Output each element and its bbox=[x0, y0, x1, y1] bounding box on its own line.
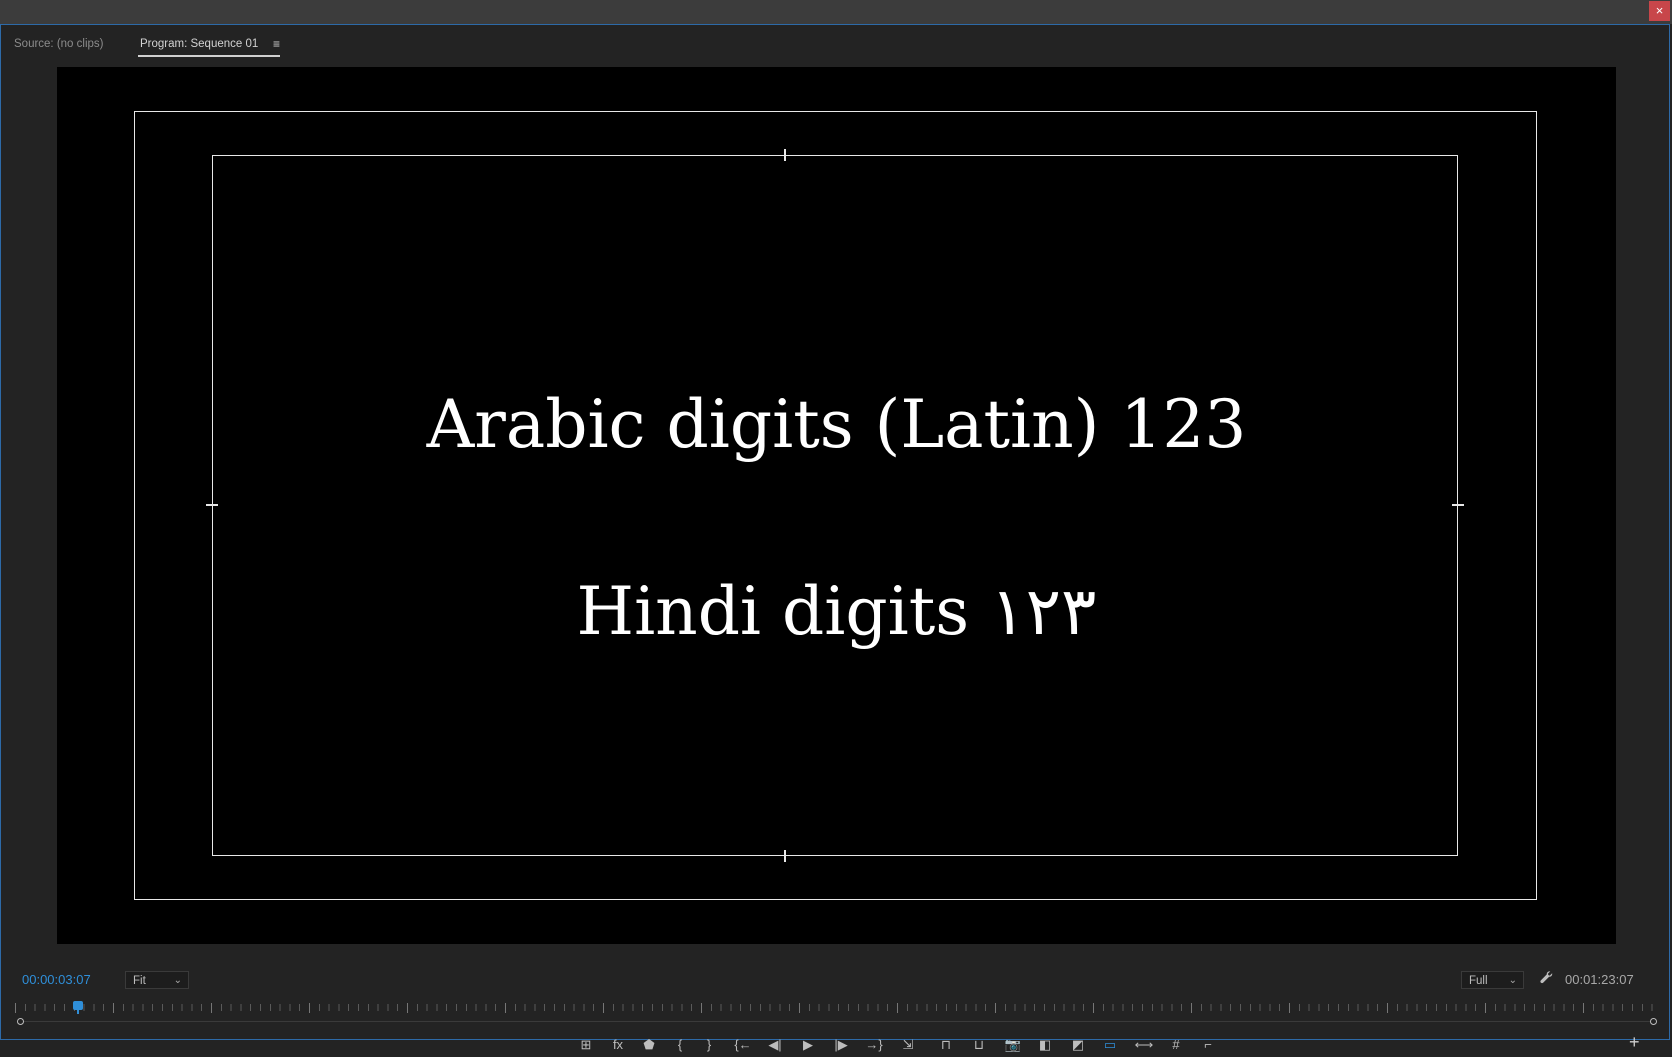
add-marker-icon[interactable]: ⬟ bbox=[636, 1033, 662, 1057]
grid-icon[interactable]: # bbox=[1163, 1033, 1189, 1057]
tab-program[interactable]: Program: Sequence 01 ≡ bbox=[138, 33, 281, 57]
swap-icon[interactable]: ◩ bbox=[1065, 1033, 1091, 1057]
tab-program-label: Program: Sequence 01 bbox=[140, 38, 259, 50]
top-center-tick bbox=[784, 149, 786, 161]
time-ruler[interactable] bbox=[15, 999, 1655, 1017]
scrollbar-left-handle[interactable] bbox=[17, 1018, 24, 1025]
scrollbar-right-handle[interactable] bbox=[1650, 1018, 1657, 1025]
settings-wrench-icon[interactable] bbox=[1539, 970, 1554, 989]
vr-video-icon[interactable]: ⟷ bbox=[1131, 1033, 1157, 1057]
export-frame-out-icon[interactable]: ⇲ bbox=[895, 1033, 921, 1057]
bottom-center-tick bbox=[784, 850, 786, 862]
panel-menu-icon[interactable]: ≡ bbox=[273, 33, 280, 55]
active-tab-underline bbox=[138, 55, 281, 57]
ruler-icon[interactable]: ⌐ bbox=[1195, 1033, 1221, 1057]
fx-icon[interactable]: fx bbox=[605, 1033, 631, 1057]
mark-out-icon[interactable]: } bbox=[696, 1033, 722, 1057]
scrollbar-track bbox=[24, 1021, 1650, 1022]
camera-icon[interactable]: 📷 bbox=[1000, 1033, 1026, 1057]
extract-icon[interactable]: ⊔ bbox=[966, 1033, 992, 1057]
toggle-proxies-icon[interactable]: ⊞ bbox=[573, 1033, 599, 1057]
playback-resolution-select[interactable]: Full ⌄ bbox=[1461, 971, 1524, 989]
program-monitor-panel: Source: (no clips) Program: Sequence 01 … bbox=[0, 24, 1670, 1052]
title-bar: × bbox=[0, 0, 1672, 24]
mark-in-icon[interactable]: { bbox=[667, 1033, 693, 1057]
playhead[interactable] bbox=[73, 1001, 83, 1010]
step-back-icon[interactable]: ◀| bbox=[762, 1033, 788, 1057]
title-line-latin-digits: Arabic digits (Latin) 123 bbox=[426, 386, 1247, 463]
zoom-scrollbar[interactable] bbox=[17, 1018, 1657, 1026]
current-timecode[interactable]: 00:00:03:07 bbox=[22, 972, 91, 987]
video-viewer[interactable]: Arabic digits (Latin) 123 Hindi digits ١… bbox=[57, 67, 1616, 944]
close-icon[interactable]: × bbox=[1649, 1, 1670, 21]
duration-timecode: 00:01:23:07 bbox=[1565, 972, 1634, 987]
lift-icon[interactable]: ⊓ bbox=[933, 1033, 959, 1057]
chevron-down-icon: ⌄ bbox=[1508, 975, 1517, 986]
go-to-in-icon[interactable]: {← bbox=[730, 1033, 756, 1057]
tab-source[interactable]: Source: (no clips) bbox=[14, 33, 103, 55]
comparison-view-icon[interactable]: ◧ bbox=[1032, 1033, 1058, 1057]
chevron-down-icon: ⌄ bbox=[173, 975, 182, 986]
title-line-hindi-digits: Hindi digits ١٢٣ bbox=[576, 573, 1097, 650]
button-editor-add-icon[interactable]: + bbox=[1629, 1032, 1640, 1053]
right-center-tick bbox=[1452, 504, 1464, 506]
zoom-level-select[interactable]: Fit ⌄ bbox=[125, 971, 189, 989]
title-safe-margin bbox=[212, 155, 1458, 856]
zoom-level-value: Fit bbox=[133, 975, 146, 987]
left-center-tick bbox=[206, 504, 218, 506]
safe-margins-icon[interactable]: ▭ bbox=[1097, 1033, 1123, 1057]
step-forward-icon[interactable]: |▶ bbox=[828, 1033, 854, 1057]
playback-resolution-value: Full bbox=[1469, 975, 1488, 987]
playhead-line bbox=[77, 1010, 79, 1014]
ruler-major-ticks bbox=[15, 1003, 1655, 1013]
go-to-out-icon[interactable]: →} bbox=[861, 1033, 887, 1057]
play-icon[interactable]: ▶ bbox=[795, 1033, 821, 1057]
